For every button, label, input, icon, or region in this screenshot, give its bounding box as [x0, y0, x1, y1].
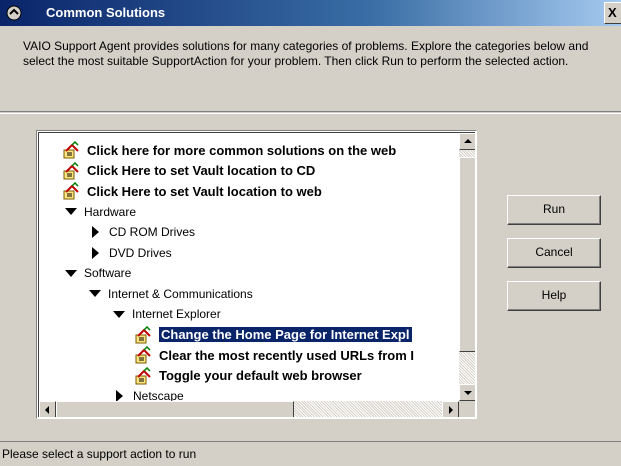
scroll-left-button[interactable] [39, 401, 56, 417]
expanded-arrow-icon[interactable] [113, 310, 125, 318]
description-panel: VAIO Support Agent provides solutions fo… [0, 26, 621, 112]
tree-item-label: Change the Home Page for Internet Expl [158, 326, 413, 343]
scroll-down-button[interactable] [459, 384, 475, 401]
support-action-icon [63, 161, 81, 180]
support-action-icon [63, 181, 81, 200]
support-action-icon [135, 325, 153, 344]
support-action-icon [135, 366, 153, 385]
tree-item-label: Hardware [84, 204, 137, 219]
title-bar[interactable]: Common Solutions X [0, 0, 621, 26]
tree-item[interactable]: Netscape [113, 386, 184, 401]
scrollbar-corner [459, 401, 475, 417]
tree-item-label: Software [84, 266, 132, 280]
tree-item[interactable]: Toggle your default web browser [135, 366, 362, 386]
tree-item-label: Internet Explorer [132, 307, 221, 321]
help-button[interactable]: Help [507, 281, 601, 311]
tree-item[interactable]: Change the Home Page for Internet Expl [135, 325, 413, 345]
cancel-button[interactable]: Cancel [507, 238, 601, 268]
tree-item-label: CD ROM Drives [109, 225, 195, 239]
status-bar: Please select a support action to run [0, 441, 621, 466]
scroll-up-button[interactable] [459, 133, 475, 150]
close-button[interactable]: X [604, 2, 621, 24]
run-button[interactable]: Run [507, 195, 601, 225]
collapsed-arrow-icon[interactable] [92, 246, 99, 259]
vertical-scrollbar[interactable] [459, 133, 475, 401]
vertical-scroll-thumb[interactable] [459, 157, 475, 352]
tree-item[interactable]: Click here for more common solutions on … [63, 140, 396, 160]
tree-item[interactable]: Click Here to set Vault location to CD [63, 161, 315, 181]
scroll-right-button[interactable] [442, 401, 459, 417]
window-title: Common Solutions [46, 5, 166, 20]
status-text: Please select a support action to run [2, 447, 197, 461]
expanded-arrow-icon[interactable] [65, 208, 77, 215]
horizontal-scrollbar[interactable] [39, 401, 459, 417]
tree-item[interactable]: Internet Explorer [113, 304, 221, 324]
tree-item[interactable]: DVD Drives [89, 243, 172, 263]
tree-item-label: DVD Drives [109, 245, 172, 260]
common-solutions-window: Common Solutions X VAIO Support Agent pr… [0, 0, 621, 466]
collapsed-arrow-icon[interactable] [92, 226, 99, 238]
tree-item[interactable]: Internet & Communications [89, 284, 253, 304]
expanded-arrow-icon[interactable] [89, 290, 101, 297]
solutions-tree[interactable]: Click here for more common solutions on … [38, 132, 475, 417]
tree-item-label: Clear the most recently used URLs from I [159, 347, 415, 363]
tree-item-label: Click Here to set Vault location to web [87, 183, 322, 199]
tree-item[interactable]: Hardware [65, 202, 136, 222]
tree-item-label: Toggle your default web browser [159, 368, 362, 383]
horizontal-scroll-thumb[interactable] [56, 401, 294, 417]
tree-item-label: Netscape [133, 389, 184, 401]
tree-item-label: Internet & Communications [108, 286, 253, 301]
collapsed-arrow-icon[interactable] [116, 390, 123, 401]
tree-item[interactable]: Software [65, 263, 131, 283]
solutions-tree-frame: Click here for more common solutions on … [36, 130, 477, 419]
description-text: VAIO Support Agent provides solutions fo… [23, 39, 589, 68]
tree-item[interactable]: CD ROM Drives [89, 222, 195, 242]
app-icon [6, 5, 22, 21]
support-action-icon [135, 345, 153, 364]
expanded-arrow-icon[interactable] [65, 269, 77, 277]
tree-item[interactable]: Click Here to set Vault location to web [63, 181, 322, 201]
tree-item-label: Click here for more common solutions on … [87, 142, 397, 158]
tree-viewport[interactable]: Click here for more common solutions on … [39, 133, 459, 401]
separator [0, 113, 621, 114]
tree-item-label: Click Here to set Vault location to CD [87, 163, 316, 178]
tree-item[interactable]: Clear the most recently used URLs from I [135, 345, 414, 365]
support-action-icon [63, 140, 81, 159]
